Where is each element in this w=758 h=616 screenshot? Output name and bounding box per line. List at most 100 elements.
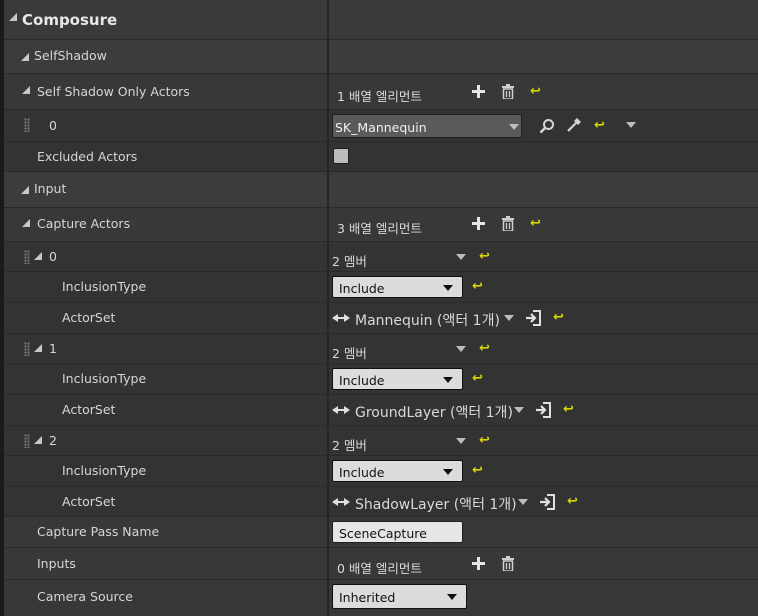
- trash-icon[interactable]: [501, 556, 515, 571]
- array-count: 3 배열 엘리먼트: [337, 221, 422, 236]
- actor-link-icon: [332, 406, 350, 414]
- inclusion-type-combo[interactable]: Include: [332, 276, 463, 298]
- property-label: Capture Pass Name: [37, 524, 160, 539]
- reset-to-default-icon[interactable]: ↩: [563, 403, 574, 416]
- capture-element-2: 2 2 멤버 ↩: [4, 426, 758, 456]
- plus-icon[interactable]: [472, 557, 485, 570]
- chevron-down-icon: [443, 469, 453, 475]
- reset-to-default-icon[interactable]: ↩: [472, 464, 483, 477]
- expand-triangle-icon[interactable]: [34, 436, 42, 444]
- property-label: Capture Actors: [37, 216, 131, 231]
- enter-icon[interactable]: [535, 402, 551, 418]
- drag-grip-icon[interactable]: [24, 250, 30, 264]
- capture-element-0-actorset: ActorSet Mannequin (액터 1개) ↩: [4, 303, 758, 334]
- member-count: 2 멤버: [332, 346, 367, 361]
- property-label: Camera Source: [37, 589, 133, 604]
- capture-element-0: 0 2 멤버 ↩: [4, 242, 758, 272]
- reset-to-default-icon[interactable]: ↩: [567, 495, 578, 508]
- prop-capture-actors: Capture Actors 3 배열 엘리먼트 ↩: [4, 208, 758, 242]
- prop-inputs: Inputs 0 배열 엘리먼트: [4, 548, 758, 580]
- column-divider[interactable]: [327, 0, 329, 616]
- category-input[interactable]: Input: [4, 172, 758, 208]
- actorset-value[interactable]: GroundLayer (액터 1개): [355, 402, 513, 422]
- expand-triangle-icon[interactable]: [34, 252, 42, 260]
- drag-grip-icon[interactable]: [24, 118, 30, 132]
- capture-pass-name-field[interactable]: SceneCapture: [332, 521, 463, 543]
- array-count: 1 배열 엘리먼트: [337, 89, 422, 104]
- chevron-down-icon[interactable]: [456, 254, 466, 260]
- property-label: Excluded Actors: [37, 149, 138, 164]
- plus-icon[interactable]: [472, 217, 485, 230]
- camera-source-combo[interactable]: Inherited: [332, 584, 467, 609]
- details-panel: Composure SelfShadow Self Shadow Only Ac…: [4, 0, 758, 616]
- expand-triangle-icon[interactable]: [22, 219, 30, 227]
- drag-grip-icon[interactable]: [24, 434, 30, 448]
- actor-link-icon: [332, 314, 350, 322]
- property-label: InclusionType: [62, 371, 147, 386]
- chevron-down-icon[interactable]: [509, 124, 519, 130]
- property-label: ActorSet: [62, 310, 116, 325]
- asset-value: SK_Mannequin: [335, 120, 427, 135]
- trash-icon[interactable]: [501, 216, 515, 231]
- plus-icon[interactable]: [472, 85, 485, 98]
- category-composure[interactable]: Composure: [4, 0, 758, 40]
- capture-element-1-actorset: ActorSet GroundLayer (액터 1개) ↩: [4, 395, 758, 426]
- property-label: ActorSet: [62, 494, 116, 509]
- element-index: 1: [49, 341, 57, 356]
- actorset-value[interactable]: ShadowLayer (액터 1개): [355, 494, 517, 514]
- property-label: ActorSet: [62, 402, 116, 417]
- enter-icon[interactable]: [539, 494, 555, 510]
- chevron-down-icon[interactable]: [504, 315, 514, 321]
- enter-icon[interactable]: [525, 310, 541, 326]
- reset-to-default-icon[interactable]: ↩: [479, 250, 490, 263]
- expand-triangle-icon[interactable]: [9, 13, 17, 21]
- property-label: InclusionType: [62, 463, 147, 478]
- prop-self-shadow-only-actors: Self Shadow Only Actors 1 배열 엘리먼트 ↩: [4, 74, 758, 110]
- capture-element-1: 1 2 멤버 ↩: [4, 334, 758, 364]
- element-index: 0: [49, 249, 57, 264]
- actorset-value[interactable]: Mannequin (액터 1개): [355, 310, 500, 330]
- eyedropper-icon[interactable]: [566, 117, 582, 133]
- chevron-down-icon[interactable]: [456, 346, 466, 352]
- expand-triangle-icon[interactable]: [21, 186, 29, 194]
- capture-element-0-inclusion: InclusionType Include ↩: [4, 272, 758, 303]
- reset-to-default-icon[interactable]: ↩: [553, 311, 564, 324]
- inclusion-type-combo[interactable]: Include: [332, 368, 463, 390]
- actor-link-icon: [332, 498, 350, 506]
- reset-to-default-icon[interactable]: ↩: [530, 85, 541, 98]
- drag-grip-icon[interactable]: [24, 342, 30, 356]
- capture-element-2-actorset: ActorSet ShadowLayer (액터 1개) ↩: [4, 487, 758, 517]
- reset-to-default-icon[interactable]: ↩: [479, 342, 490, 355]
- chevron-down-icon[interactable]: [518, 499, 528, 505]
- chevron-down-icon: [447, 594, 457, 600]
- category-selfshadow[interactable]: SelfShadow: [4, 40, 758, 74]
- capture-element-1-inclusion: InclusionType Include ↩: [4, 364, 758, 395]
- category-label: Input: [34, 181, 67, 196]
- reset-to-default-icon[interactable]: ↩: [472, 372, 483, 385]
- property-label: Inputs: [37, 556, 76, 571]
- expand-triangle-icon[interactable]: [34, 344, 42, 352]
- reset-to-default-icon[interactable]: ↩: [594, 119, 605, 132]
- asset-picker[interactable]: SK_Mannequin: [332, 114, 522, 138]
- array-count: 0 배열 엘리먼트: [337, 561, 422, 576]
- expand-triangle-icon[interactable]: [21, 53, 29, 61]
- category-label: SelfShadow: [34, 48, 107, 63]
- prop-camera-source: Camera Source Inherited: [4, 580, 758, 616]
- reset-to-default-icon[interactable]: ↩: [530, 217, 541, 230]
- chevron-down-icon[interactable]: [456, 438, 466, 444]
- combo-value: Include: [339, 373, 385, 388]
- reset-to-default-icon[interactable]: ↩: [472, 280, 483, 293]
- reset-to-default-icon[interactable]: ↩: [479, 434, 490, 447]
- section-title: Composure: [22, 11, 118, 29]
- field-value: SceneCapture: [339, 526, 427, 541]
- chevron-down-icon[interactable]: [514, 407, 524, 413]
- chevron-down-icon[interactable]: [626, 122, 636, 128]
- inclusion-type-combo[interactable]: Include: [332, 460, 463, 482]
- expand-triangle-icon[interactable]: [22, 86, 30, 94]
- excluded-actors-checkbox[interactable]: [333, 148, 349, 164]
- property-label: Self Shadow Only Actors: [37, 84, 190, 99]
- trash-icon[interactable]: [501, 84, 515, 99]
- element-index: 2: [49, 433, 57, 448]
- member-count: 2 멤버: [332, 254, 367, 269]
- search-icon[interactable]: [539, 118, 555, 134]
